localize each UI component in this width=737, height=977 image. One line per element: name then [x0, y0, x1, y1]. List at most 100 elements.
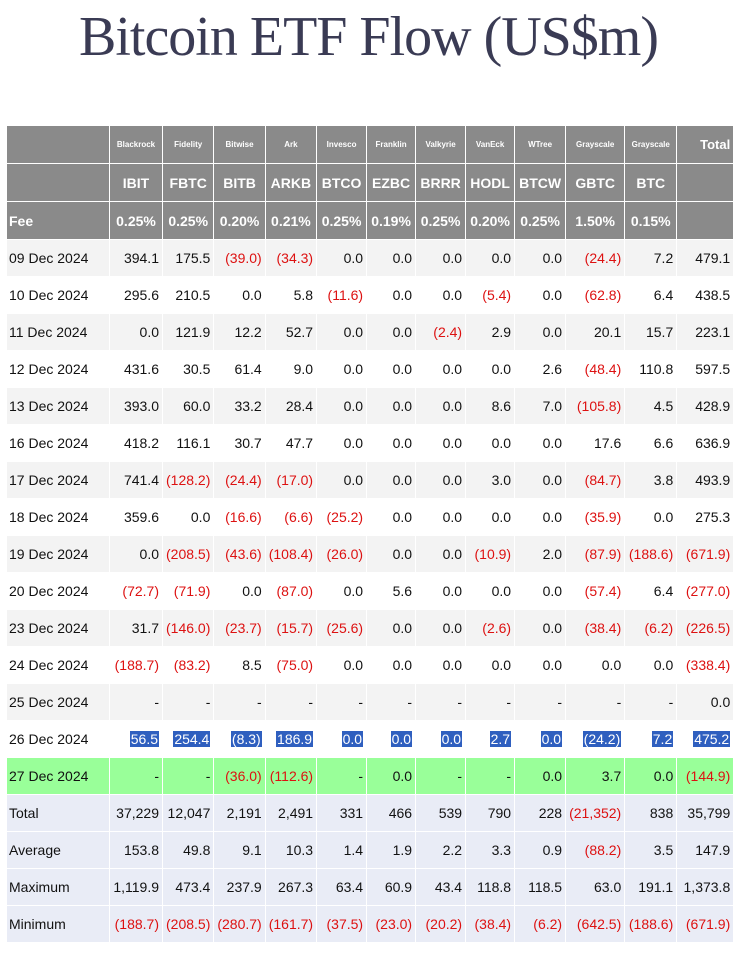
flow-cell: 0.0: [213, 572, 266, 610]
stat-cell: 466: [366, 794, 417, 832]
flow-value: 0.0: [190, 509, 211, 525]
flow-cell: (2.6): [465, 609, 516, 647]
stat-value: 60.9: [384, 879, 413, 895]
flow-cell: (188.6): [624, 535, 678, 573]
stat-cell: 237.9: [213, 868, 266, 906]
issuer-header: Fidelity: [161, 125, 215, 164]
flow-cell: (226.5): [676, 609, 735, 647]
flow-cell: (188.7): [109, 646, 163, 684]
issuer-header: Bitwise: [213, 125, 266, 164]
flow-value: (72.7): [122, 583, 159, 599]
flow-cell: 0.0: [514, 609, 567, 647]
issuer-header: Valkyrie: [415, 125, 467, 164]
flow-cell: 0.0: [415, 720, 467, 758]
flow-value: 479.1: [695, 250, 731, 266]
stat-cell: 267.3: [264, 868, 318, 906]
date-cell: 23 Dec 2024: [6, 609, 110, 647]
header-corner: [6, 125, 110, 164]
date-cell: 24 Dec 2024: [6, 646, 110, 684]
flow-cell: 2.9: [465, 313, 516, 351]
flow-cell: 0.0: [415, 461, 467, 499]
flow-value: (11.6): [327, 287, 364, 303]
flow-cell: 0.0: [415, 535, 467, 573]
flow-cell: 20.1: [565, 313, 626, 351]
flow-cell: (87.9): [565, 535, 626, 573]
flow-cell: 0.0: [514, 424, 567, 462]
stat-cell: 1,373.8: [676, 868, 735, 906]
flow-value: 15.7: [645, 324, 674, 340]
stat-value: 466: [388, 805, 413, 821]
flow-value: 0.0: [653, 657, 674, 673]
flow-cell: (75.0): [264, 646, 318, 684]
flow-cell: (338.4): [676, 646, 735, 684]
flow-value: 5.6: [392, 583, 413, 599]
flow-value: (10.9): [474, 546, 512, 562]
flow-value: (208.5): [166, 546, 211, 562]
stat-value: 1,119.9: [113, 879, 159, 895]
flow-value: -: [506, 768, 512, 784]
flow-value: (112.6): [269, 768, 314, 784]
issuer-header: WTree: [514, 125, 567, 164]
flow-cell: 0.0: [514, 313, 567, 351]
flow-cell: 0.0: [514, 757, 567, 795]
ticker-header: BTCO: [316, 163, 368, 202]
flow-cell: -: [161, 757, 215, 795]
stat-value: (88.2): [584, 842, 622, 858]
stat-cell: 12,047: [161, 794, 215, 832]
stat-cell: 228: [514, 794, 567, 832]
stat-cell: 63.4: [316, 868, 368, 906]
flow-cell: 0.0: [213, 276, 266, 314]
flow-value: (36.0): [225, 768, 262, 784]
stat-value: (671.9): [685, 916, 731, 932]
stat-value: 539: [438, 805, 463, 821]
stat-label: Total: [6, 794, 110, 832]
flow-cell: 8.6: [465, 387, 516, 425]
flow-cell: 0.0: [415, 609, 467, 647]
flow-cell: -: [264, 683, 318, 721]
flow-value: 8.6: [491, 398, 512, 414]
flow-value: 438.5: [695, 287, 731, 303]
stat-value: 228: [538, 805, 563, 821]
stat-cell: (6.2): [514, 905, 567, 943]
flow-cell: (72.7): [109, 572, 163, 610]
flow-cell: (16.6): [213, 498, 266, 536]
flow-value: (15.7): [276, 620, 314, 636]
flow-cell: 0.0: [465, 424, 516, 462]
flow-value: -: [407, 694, 413, 710]
flow-cell: 12.2: [213, 313, 266, 351]
flow-value: 0.0: [343, 472, 364, 488]
flow-value: 0.0: [442, 361, 463, 377]
flow-value: 116.1: [176, 435, 211, 451]
date-cell: 17 Dec 2024: [6, 461, 110, 499]
stat-value: 838: [649, 805, 674, 821]
table-row: 19 Dec 2024 0.0 (208.5) (43.6) (108.4) (26.0)…: [6, 535, 735, 573]
flow-cell: 394.1: [109, 239, 163, 277]
stat-cell: 118.5: [514, 868, 567, 906]
header-ticker-row: IBIT FBTC BITB ARKB BTCO EZBC BRRR HODL BTCW GBTC…: [6, 163, 735, 202]
flow-value: 636.9: [695, 435, 731, 451]
stat-value: 118.8: [477, 879, 512, 895]
flow-value: (17.0): [276, 472, 314, 488]
flow-cell: (671.9): [676, 535, 735, 573]
stat-cell: (208.5): [161, 905, 215, 943]
table-row: 09 Dec 2024 394.1 175.5 (39.0) (34.3) 0.0 0.0 0…: [6, 239, 735, 277]
flow-cell: 210.5: [161, 276, 215, 314]
flow-cell: 0.0: [366, 609, 417, 647]
date-cell: 25 Dec 2024: [6, 683, 110, 721]
flow-value: 0.0: [343, 361, 364, 377]
flow-value: 359.6: [123, 509, 159, 525]
flow-cell: 0.0: [465, 572, 516, 610]
date-cell: 09 Dec 2024: [6, 239, 110, 277]
stat-cell: (642.5): [565, 905, 626, 943]
issuer-header: Grayscale: [565, 125, 626, 164]
flow-value: 0.0: [542, 620, 563, 636]
stat-value: 0.9: [542, 842, 563, 858]
header-corner: [6, 163, 110, 202]
flow-cell: 597.5: [676, 350, 735, 388]
flow-cell: 0.0: [514, 498, 567, 536]
flow-value: 110.8: [639, 361, 674, 377]
flow-cell: -: [316, 683, 368, 721]
flow-value: 597.5: [695, 361, 731, 377]
issuer-header: Blackrock: [109, 125, 163, 164]
flow-value: 0.0: [392, 768, 413, 784]
